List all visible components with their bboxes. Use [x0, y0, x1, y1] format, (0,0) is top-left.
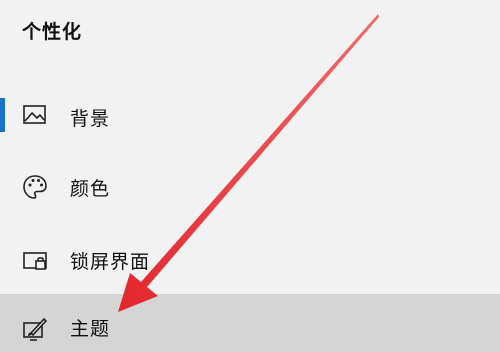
- sidebar-item-themes[interactable]: 主题: [0, 294, 500, 352]
- theme-brush-icon: [22, 316, 48, 342]
- picture-icon: [22, 102, 48, 128]
- palette-icon: [22, 174, 48, 200]
- page-title: 个性化: [22, 21, 83, 43]
- settings-page: 个性化 背景 颜色 锁屏界面 主题: [0, 0, 500, 352]
- sidebar-item-background[interactable]: 背景: [0, 88, 500, 144]
- lock-screen-icon: [22, 248, 48, 274]
- sidebar-item-lock-screen[interactable]: 锁屏界面: [0, 232, 500, 288]
- sidebar-item-label: 背景: [70, 108, 111, 130]
- sidebar-item-label: 锁屏界面: [70, 251, 151, 273]
- sidebar-item-label: 主题: [70, 318, 111, 340]
- sidebar-item-label: 颜色: [70, 178, 111, 200]
- sidebar-item-colors[interactable]: 颜色: [0, 158, 500, 214]
